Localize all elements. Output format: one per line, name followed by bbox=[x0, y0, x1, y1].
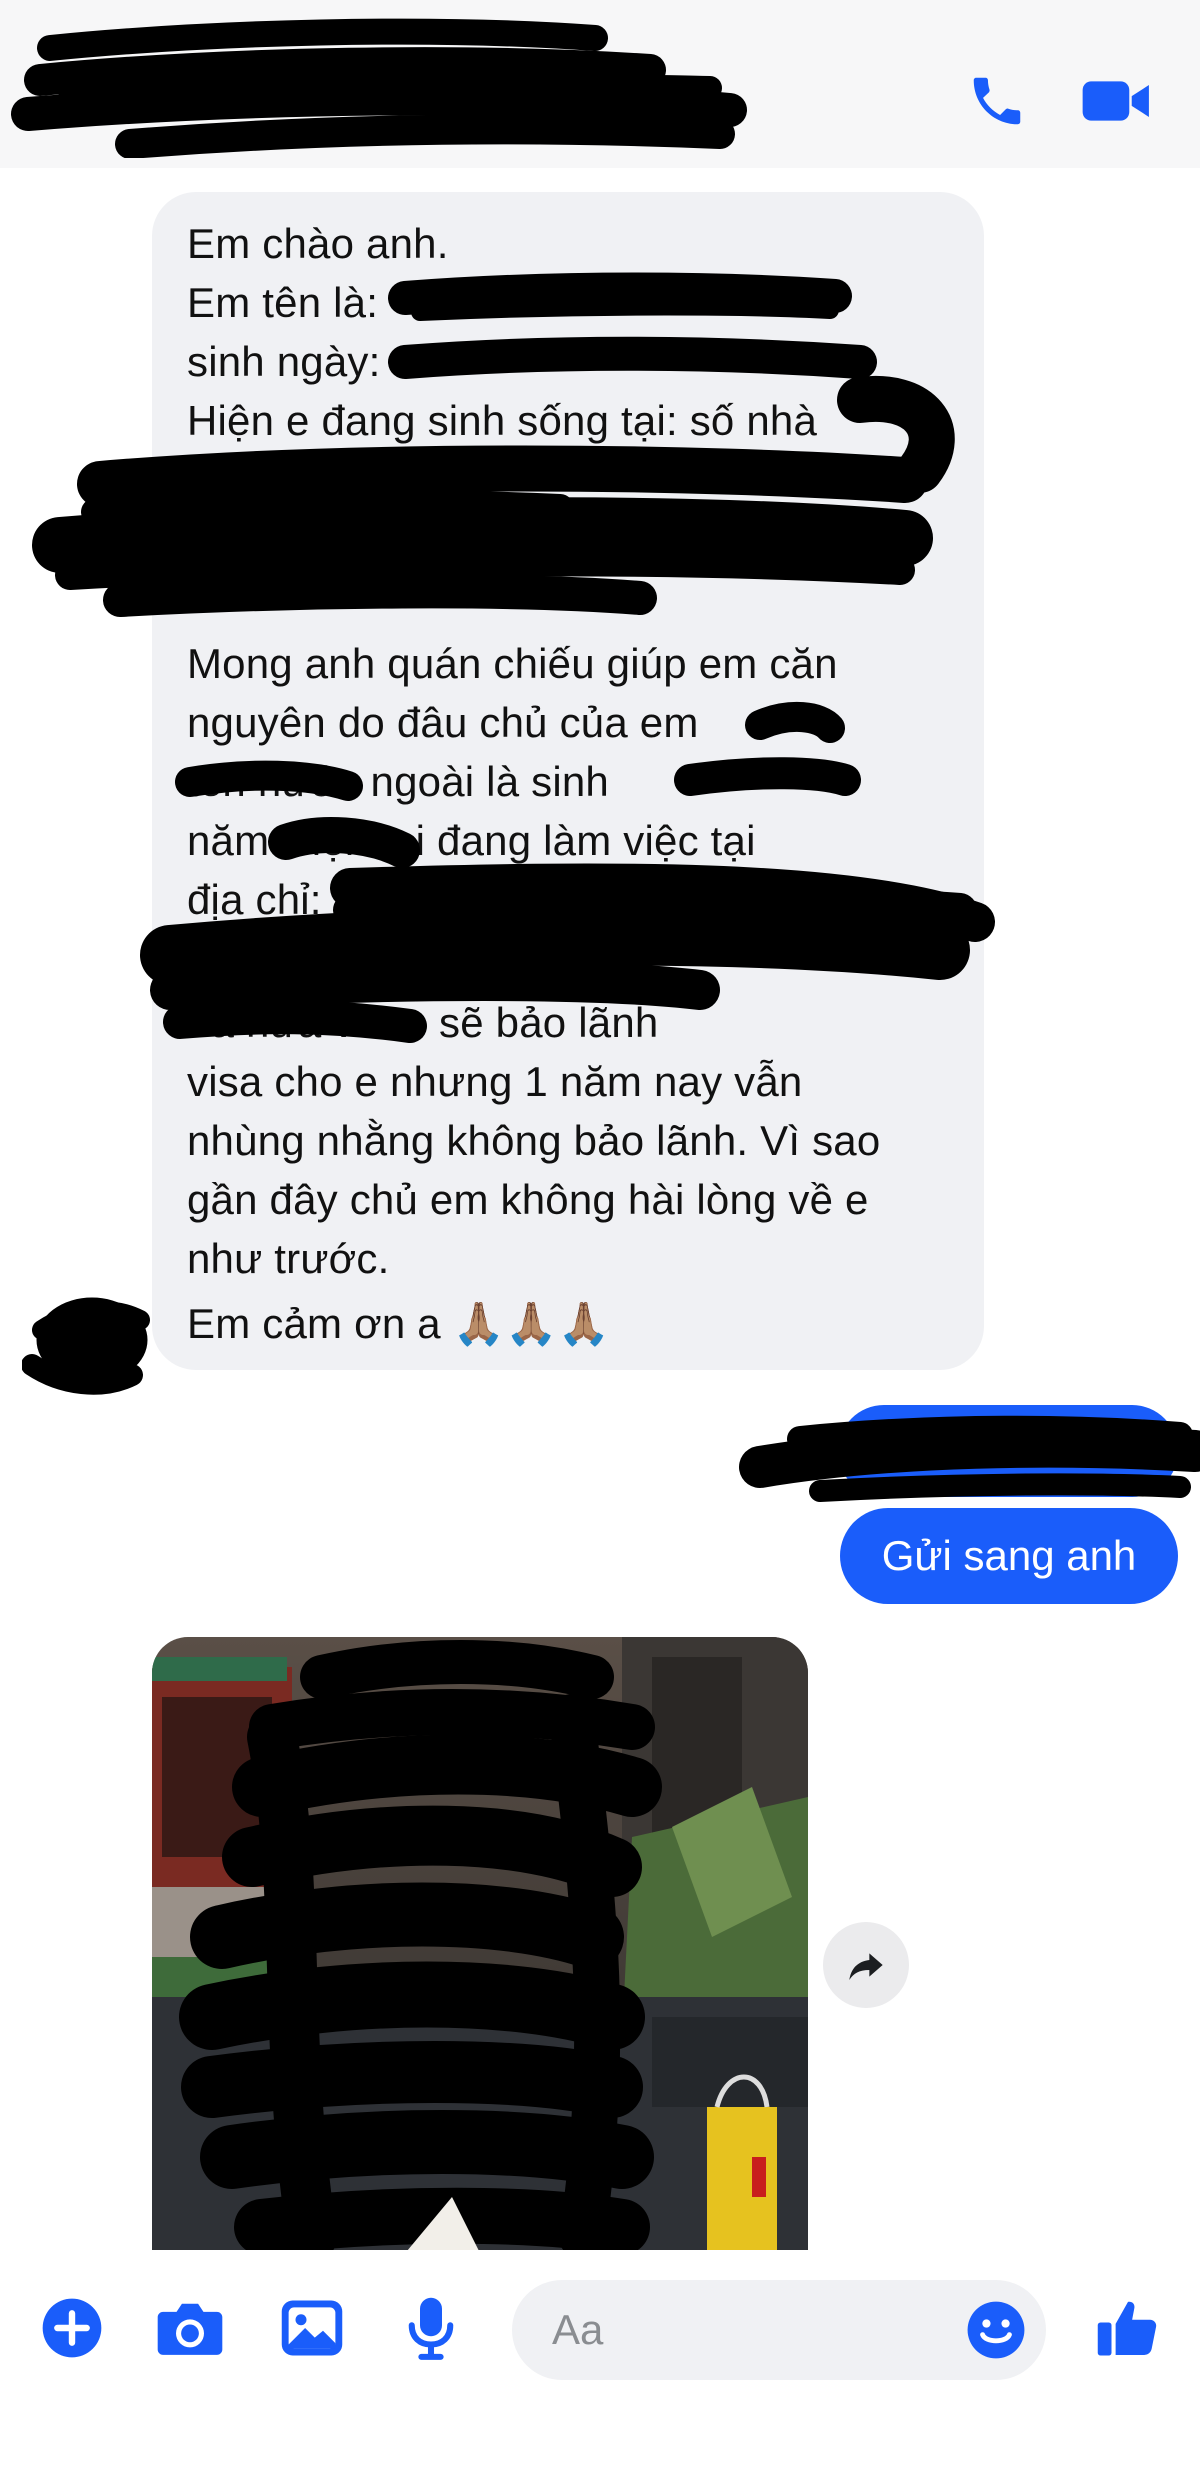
forward-icon bbox=[849, 1953, 883, 1980]
message-text-line: địa chỉ: bbox=[187, 876, 322, 923]
message-text-line: visa cho e nhưng 1 năm nay vẫn bbox=[187, 1058, 803, 1105]
image-icon[interactable] bbox=[274, 2290, 350, 2366]
thumbs-up-icon[interactable] bbox=[1090, 2290, 1166, 2366]
message-text-line: Em tên là: bbox=[187, 279, 379, 326]
message-text-line: đã hứa với e sẽ bảo lãnh bbox=[187, 999, 659, 1046]
message-text-line: nguyên do đâu chủ của em bbox=[187, 699, 699, 746]
outgoing-message-bubble[interactable]: Gửi sang anh bbox=[840, 1508, 1178, 1604]
message-text-line: gần đây chủ em không hài lòng về e bbox=[187, 1176, 869, 1223]
message-input-container bbox=[512, 2280, 1046, 2380]
message-text-line: Hiện e đang sinh sống tại: số nhà bbox=[187, 397, 818, 444]
message-text-line: nhùng nhằng không bảo lãnh. Vì sao bbox=[187, 1117, 881, 1164]
outgoing-message-bubble[interactable] bbox=[838, 1405, 1178, 1497]
message-text-line: năm Hiện tại đang làm việc tại bbox=[187, 817, 756, 864]
photo-message[interactable] bbox=[152, 1637, 808, 2257]
conversation-header bbox=[0, 0, 1200, 168]
message-text-line: sinh ngày: bbox=[187, 338, 381, 385]
emoji-icon[interactable] bbox=[960, 2294, 1032, 2366]
phone-icon[interactable] bbox=[958, 62, 1036, 140]
redacted-contact-name bbox=[11, 18, 747, 158]
video-camera-icon[interactable] bbox=[1078, 62, 1156, 140]
camera-icon[interactable] bbox=[152, 2290, 228, 2366]
microphone-icon[interactable] bbox=[393, 2290, 469, 2366]
message-text-line: Em cảm ơn a 🙏🏽🙏🏽🙏🏽 bbox=[187, 1300, 611, 1347]
forward-button[interactable] bbox=[823, 1922, 909, 2008]
message-text-line: như trước. bbox=[187, 1235, 390, 1282]
message-composer bbox=[0, 2250, 1200, 2487]
plus-icon[interactable] bbox=[34, 2290, 110, 2366]
avatar[interactable] bbox=[22, 1285, 152, 1400]
message-text-line: tên nước ngoài là sinh bbox=[187, 758, 609, 805]
message-text-line: Em chào anh. bbox=[187, 220, 449, 267]
message-input[interactable] bbox=[552, 2302, 942, 2358]
photo-image bbox=[152, 1637, 808, 2257]
message-text-line: Mong anh quán chiếu giúp em căn bbox=[187, 640, 838, 687]
